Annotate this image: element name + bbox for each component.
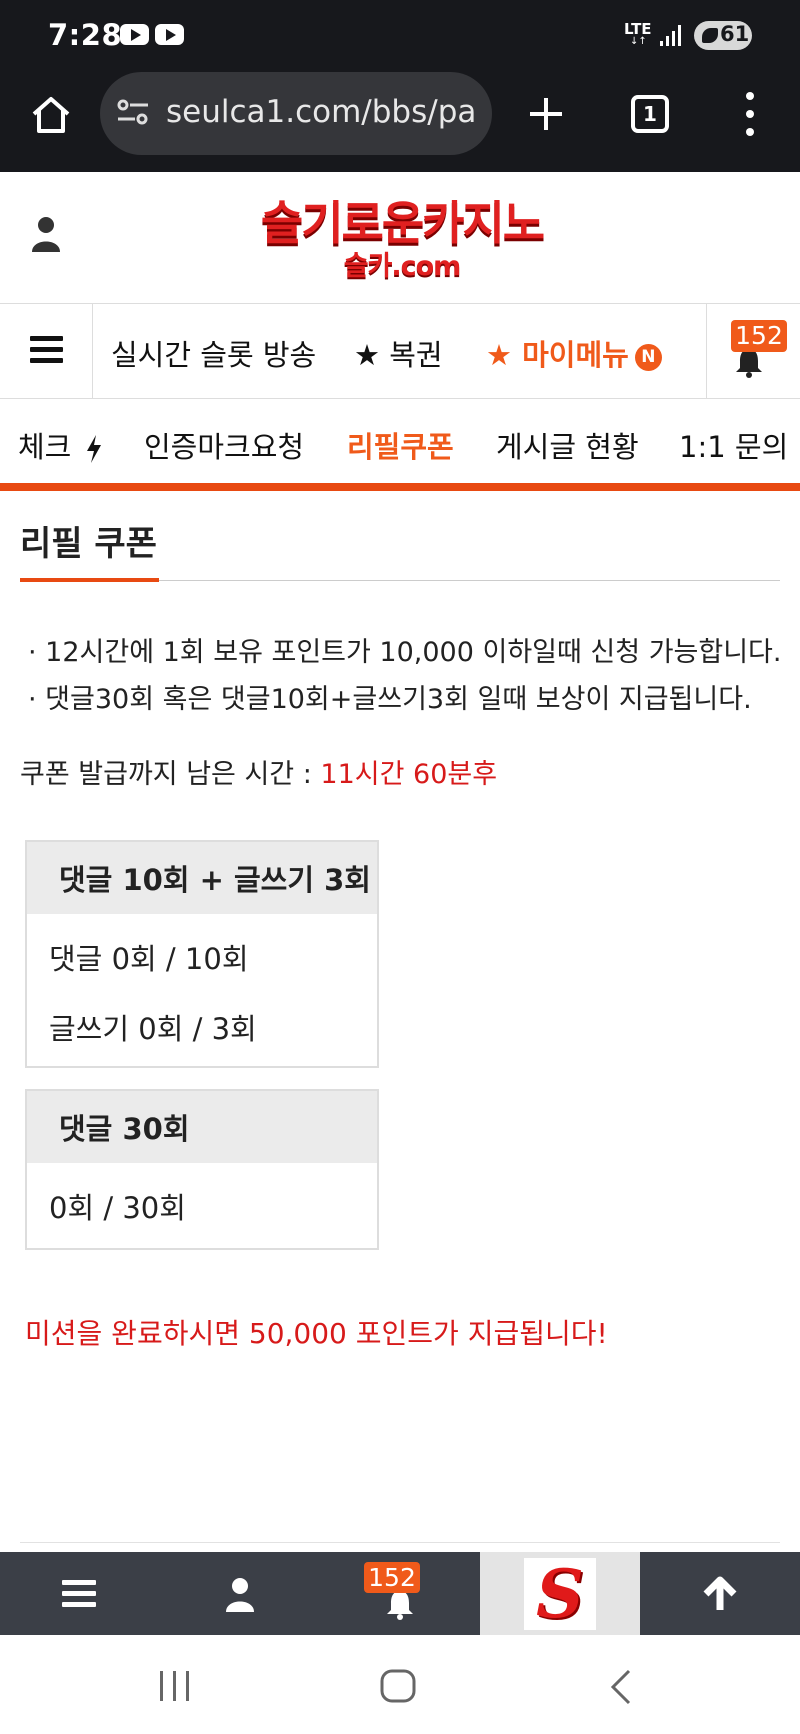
site-logo[interactable]: 슬기로운카지노 슬카.com: [247, 198, 557, 283]
nav-item-my-menu-label: ★ 마이메뉴: [486, 338, 629, 372]
home-icon[interactable]: [30, 94, 72, 136]
sub-nav-item-check[interactable]: 체크: [18, 424, 103, 466]
logo-main-text: 슬기로운카지노: [260, 196, 545, 250]
new-tab-icon[interactable]: [526, 94, 566, 134]
user-icon[interactable]: [32, 216, 60, 252]
bottom-menu-button[interactable]: [0, 1552, 160, 1635]
bottom-user-button[interactable]: [160, 1552, 320, 1635]
hamburger-icon: [62, 1580, 96, 1608]
notice-line: · 12시간에 1회 보유 포인트가 10,000 이하일때 신청 가능합니다.: [28, 637, 782, 668]
recent-apps-icon[interactable]: [158, 1671, 192, 1701]
home-nav-icon[interactable]: [380, 1669, 416, 1703]
mission-box: 댓글 30회 0회 / 30회: [25, 1089, 379, 1250]
main-nav: 실시간 슬롯 방송 ★ 복권 ★ 마이메뉴 N 152: [0, 304, 800, 399]
nav-item-live-slot[interactable]: 실시간 슬롯 방송: [111, 332, 316, 374]
notification-count-badge: 152: [364, 1562, 420, 1593]
sub-nav-item-inquiry[interactable]: 1:1 문의: [679, 424, 788, 466]
timer-label: 쿠폰 발급까지 남은 시간 :: [20, 759, 321, 790]
tab-switcher-button[interactable]: 1: [631, 95, 669, 133]
youtube-icon: [155, 24, 184, 45]
browser-toolbar: seulca1.com/bbs/pag 1: [0, 72, 800, 172]
sub-nav-item-cert-request[interactable]: 인증마크요청: [144, 424, 304, 466]
mission-box: 댓글 10회 + 글쓰기 3회 댓글 0회 / 10회 글쓰기 0회 / 3회: [25, 840, 379, 1068]
more-menu-icon[interactable]: [744, 92, 756, 136]
battery-level: 61: [720, 22, 750, 46]
site-header: 슬기로운카지노 슬카.com: [0, 172, 800, 304]
mission-progress: 댓글 0회 / 10회: [49, 942, 249, 976]
bottom-notification-button[interactable]: 152: [320, 1552, 480, 1635]
page-title: 리필 쿠폰: [20, 524, 157, 564]
timer-value: 11시간 60분후: [320, 759, 498, 790]
youtube-icon: [120, 24, 149, 45]
divider: [20, 1542, 780, 1543]
nav-item-lottery[interactable]: ★ 복권: [354, 332, 443, 374]
battery-indicator: 61: [694, 21, 752, 50]
sub-nav: 체크 인증마크요청 리필쿠폰 게시글 현황 1:1 문의: [0, 399, 800, 491]
site-settings-icon[interactable]: [116, 97, 150, 127]
scroll-top-button[interactable]: [640, 1552, 800, 1635]
system-navigation-bar: [0, 1635, 800, 1734]
hamburger-icon: [30, 336, 63, 363]
reward-notice: 미션을 완료하시면 50,000 포인트가 지급됩니다!: [25, 1317, 608, 1350]
coupon-timer: 쿠폰 발급까지 남은 시간 : 11시간 60분후: [20, 752, 497, 791]
sub-nav-item-refill-coupon[interactable]: 리필쿠폰: [347, 424, 454, 466]
mission-progress: 글쓰기 0회 / 3회: [49, 1012, 257, 1046]
battery-saver-icon: [702, 28, 718, 43]
arrow-up-icon: [703, 1576, 737, 1610]
signal-icon: [660, 24, 684, 46]
address-bar[interactable]: seulca1.com/bbs/pag: [100, 72, 492, 155]
status-time: 7:28: [48, 18, 123, 52]
status-bar: 7:28 LTE ↓↑ 61: [0, 0, 800, 72]
notification-button[interactable]: 152: [706, 304, 800, 399]
mission-progress: 0회 / 30회: [49, 1191, 186, 1225]
lightning-icon: [86, 435, 101, 463]
data-arrows-icon: ↓↑: [630, 36, 647, 47]
menu-button[interactable]: [0, 304, 93, 399]
sub-nav-item-post-status[interactable]: 게시글 현황: [496, 424, 639, 466]
nav-item-my-menu[interactable]: ★ 마이메뉴 N: [486, 332, 662, 374]
site-emblem-logo: S: [524, 1558, 596, 1630]
mission-title: 댓글 30회: [27, 1091, 377, 1163]
url-text[interactable]: seulca1.com/bbs/pag: [166, 94, 476, 130]
user-icon: [226, 1578, 254, 1612]
bottom-nav-bar: 152 S: [0, 1552, 800, 1635]
new-badge: N: [634, 343, 662, 371]
back-icon[interactable]: [610, 1669, 632, 1705]
sub-nav-item-check-label: 체크: [18, 430, 72, 464]
title-accent-bar: [20, 578, 159, 582]
notice-line: · 댓글30회 혹은 댓글10회+글쓰기3회 일때 보상이 지급됩니다.: [28, 684, 752, 715]
notification-count-badge: 152: [731, 320, 787, 352]
mission-title: 댓글 10회 + 글쓰기 3회: [27, 842, 377, 914]
bottom-logo-button[interactable]: S: [480, 1552, 640, 1635]
